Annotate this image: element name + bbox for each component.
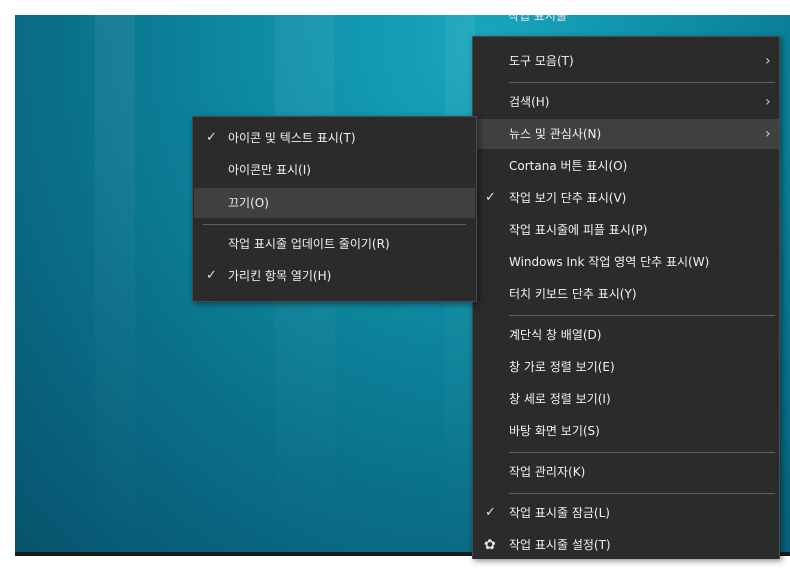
menu-item-label: 뉴스 및 관심사(N) [509, 127, 602, 141]
menu-item-lock-taskbar[interactable]: ✓ 작업 표시줄 잠금(L) [473, 498, 779, 528]
chevron-right-icon: › [765, 94, 771, 110]
menu-header-text: 작업 표시줄 [508, 15, 568, 23]
menu-separator [203, 224, 466, 225]
menu-item-taskbar-settings[interactable]: ✿ 작업 표시줄 설정(T) [473, 530, 779, 560]
check-icon: ✓ [485, 190, 496, 205]
check-icon: ✓ [206, 130, 217, 145]
menu-item-label: 작업 표시줄 잠금(L) [509, 506, 610, 520]
menu-item-label: 검색(H) [509, 95, 550, 109]
submenu-item-reduce-updates[interactable]: 작업 표시줄 업데이트 줄이기(R) [194, 229, 475, 259]
menu-item-label: 작업 표시줄 업데이트 줄이기(R) [228, 237, 390, 251]
check-icon: ✓ [206, 268, 217, 283]
menu-item-label: 작업 관리자(K) [509, 465, 586, 479]
menu-header-partial: 작업 표시줄 [472, 15, 778, 36]
menu-item-windows-ink[interactable]: Windows Ink 작업 영역 단추 표시(W) [473, 247, 779, 277]
menu-separator [509, 315, 775, 316]
menu-item-task-manager[interactable]: 작업 관리자(K) [473, 457, 779, 487]
gear-icon: ✿ [484, 537, 496, 553]
submenu-item-icon-only[interactable]: 아이콘만 표시(I) [194, 155, 475, 185]
menu-item-label: 아이콘만 표시(I) [228, 163, 311, 177]
menu-item-label: 끄기(O) [228, 196, 269, 210]
menu-item-side-by-side[interactable]: 창 세로 정렬 보기(I) [473, 384, 779, 414]
light-streak [95, 15, 135, 552]
menu-item-label: 작업 보기 단추 표시(V) [509, 191, 627, 205]
menu-separator [509, 493, 775, 494]
menu-item-label: Windows Ink 작업 영역 단추 표시(W) [509, 255, 710, 269]
menu-item-label: 가리킨 항목 열기(H) [228, 269, 332, 283]
menu-item-people[interactable]: 작업 표시줄에 피플 표시(P) [473, 215, 779, 245]
menu-item-touch-keyboard[interactable]: 터치 키보드 단추 표시(Y) [473, 279, 779, 309]
menu-item-label: 터치 키보드 단추 표시(Y) [509, 287, 637, 301]
menu-separator [509, 82, 775, 83]
menu-item-label: 아이콘 및 텍스트 표시(T) [228, 131, 356, 145]
chevron-right-icon: › [765, 53, 771, 69]
menu-item-toolbars[interactable]: 도구 모음(T) › [473, 46, 779, 76]
news-interests-submenu: ✓ 아이콘 및 텍스트 표시(T) 아이콘만 표시(I) 끄기(O) 작업 표시… [192, 116, 477, 302]
menu-item-label: 도구 모음(T) [509, 54, 574, 68]
submenu-item-open-on-hover[interactable]: ✓ 가리킨 항목 열기(H) [194, 261, 475, 291]
menu-separator [509, 452, 775, 453]
taskbar-context-menu: 도구 모음(T) › 검색(H) › 뉴스 및 관심사(N) › Cortana… [472, 36, 780, 559]
chevron-right-icon: › [765, 126, 771, 142]
menu-item-news-interests[interactable]: 뉴스 및 관심사(N) › [473, 119, 779, 149]
menu-item-label: 창 가로 정렬 보기(E) [509, 360, 615, 374]
menu-item-show-desktop[interactable]: 바탕 화면 보기(S) [473, 416, 779, 446]
check-icon: ✓ [485, 505, 496, 520]
menu-item-label: 바탕 화면 보기(S) [509, 424, 600, 438]
menu-item-task-view[interactable]: ✓ 작업 보기 단추 표시(V) [473, 183, 779, 213]
menu-item-stack[interactable]: 창 가로 정렬 보기(E) [473, 352, 779, 382]
menu-item-label: 창 세로 정렬 보기(I) [509, 392, 611, 406]
submenu-item-icon-and-text[interactable]: ✓ 아이콘 및 텍스트 표시(T) [194, 123, 475, 153]
menu-item-search[interactable]: 검색(H) › [473, 87, 779, 117]
menu-item-label: 작업 표시줄에 피플 표시(P) [509, 223, 648, 237]
menu-item-cascade[interactable]: 계단식 창 배열(D) [473, 320, 779, 350]
menu-item-label: Cortana 버튼 표시(O) [509, 159, 628, 173]
menu-item-label: 계단식 창 배열(D) [509, 328, 602, 342]
submenu-item-turn-off[interactable]: 끄기(O) [194, 188, 475, 218]
menu-item-label: 작업 표시줄 설정(T) [509, 538, 611, 552]
menu-item-cortana[interactable]: Cortana 버튼 표시(O) [473, 151, 779, 181]
